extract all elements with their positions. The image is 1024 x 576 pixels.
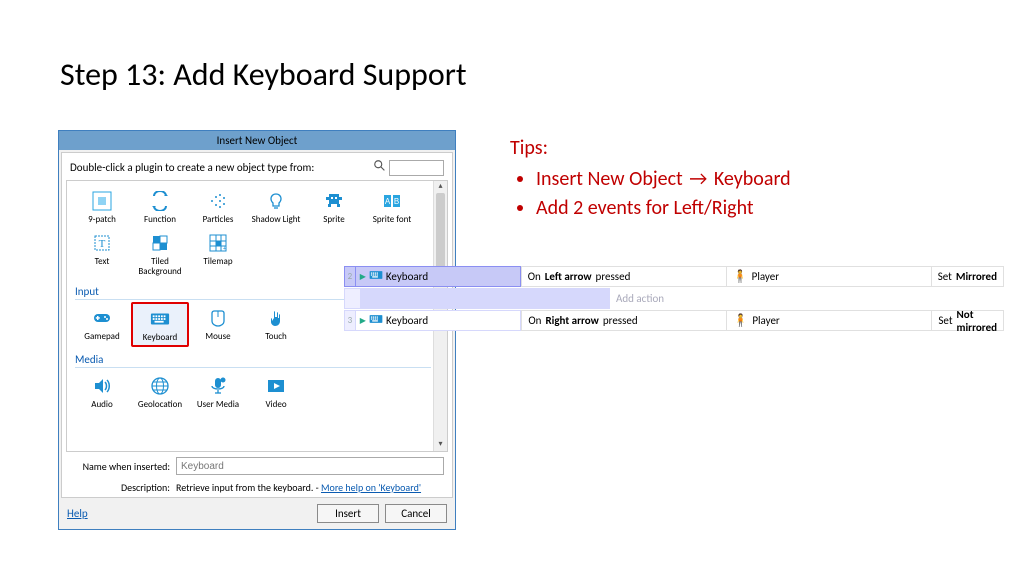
category-media: Media [75, 353, 431, 368]
event-number: 3 [344, 310, 355, 331]
more-help-link[interactable]: More help on 'Keyboard' [321, 481, 421, 494]
event-row[interactable]: 3 ▶ Keyboard On Right arrow pressed 🧍Pla… [344, 310, 1004, 331]
event-sheet: 2 ▶ Keyboard On Left arrow pressed 🧍Play… [344, 266, 1004, 332]
player-icon: 🧍 [733, 313, 748, 328]
event-row[interactable]: 2 ▶ Keyboard On Left arrow pressed 🧍Play… [344, 266, 1004, 287]
plugin-mouse[interactable]: Mouse [189, 302, 247, 346]
action-text[interactable]: Set Not mirrored [931, 310, 1004, 331]
add-action-link[interactable]: Add action [610, 288, 664, 309]
cancel-button[interactable]: Cancel [385, 504, 447, 523]
plugin-video[interactable]: Video [247, 370, 305, 412]
plugin-user-media[interactable]: User Media [189, 370, 247, 412]
keyboard-icon [369, 312, 383, 329]
svg-text:+: + [223, 244, 226, 252]
plugin-audio[interactable]: Audio [73, 370, 131, 412]
trigger-icon: ▶ [360, 316, 366, 326]
trigger-icon: ▶ [360, 272, 366, 282]
action-target[interactable]: 🧍Player [726, 266, 931, 287]
plugin-text[interactable]: TText [73, 227, 131, 279]
tip-item: Add 2 events for Left/Right [536, 195, 791, 222]
plugin-gamepad[interactable]: Gamepad [73, 302, 131, 346]
action-target[interactable]: 🧍Player [726, 310, 931, 331]
help-link[interactable]: Help [67, 507, 88, 520]
plugin-9patch[interactable]: 9-patch [73, 185, 131, 227]
tips-panel: Tips: Insert New Object → Keyboard Add 2… [510, 135, 791, 224]
name-input[interactable] [176, 457, 444, 475]
event-number [344, 288, 360, 309]
description-label: Description: [70, 481, 170, 494]
tip-item: Insert New Object → Keyboard [536, 166, 791, 193]
insert-button[interactable]: Insert [317, 504, 379, 523]
plugin-tilemap[interactable]: +Tilemap [189, 227, 247, 279]
svg-text:B: B [394, 197, 399, 206]
plugin-geolocation[interactable]: Geolocation [131, 370, 189, 412]
description-text: Retrieve input from the keyboard. - More… [176, 481, 444, 494]
plugin-touch[interactable]: Touch [247, 302, 305, 346]
plugin-particles[interactable]: Particles [189, 185, 247, 227]
search-icon [373, 159, 387, 176]
plugin-tiled-background[interactable]: Tiled Background [131, 227, 189, 279]
player-icon: 🧍 [733, 269, 748, 284]
scroll-up-icon[interactable]: ▴ [434, 181, 447, 193]
condition-text[interactable]: On Left arrow pressed [521, 266, 726, 287]
name-label: Name when inserted: [70, 460, 170, 473]
plugin-sprite-font[interactable]: ABSprite font [363, 185, 421, 227]
svg-text:T: T [99, 238, 106, 250]
arrow-right-icon: → [687, 166, 709, 193]
event-condition[interactable]: ▶ Keyboard [355, 266, 521, 287]
plugin-keyboard[interactable]: Keyboard [131, 302, 189, 346]
action-text[interactable]: Set Mirrored [931, 266, 1004, 287]
slide-title: Step 13: Add Keyboard Support [60, 55, 467, 94]
plugin-shadow-light[interactable]: Shadow Light [247, 185, 305, 227]
svg-text:A: A [385, 197, 391, 206]
dialog-subheading: Double-click a plugin to create a new ob… [70, 161, 314, 174]
scroll-down-icon[interactable]: ▾ [434, 439, 447, 451]
event-condition[interactable] [360, 288, 610, 309]
dialog-title: Insert New Object [59, 131, 455, 150]
keyboard-icon [369, 268, 383, 285]
event-number: 2 [344, 266, 355, 287]
search-input[interactable] [389, 160, 444, 176]
plugin-sprite[interactable]: Sprite [305, 185, 363, 227]
plugin-function[interactable]: Function [131, 185, 189, 227]
event-condition[interactable]: ▶ Keyboard [355, 310, 522, 331]
tips-heading: Tips: [510, 135, 791, 162]
event-row-blank[interactable]: Add action [344, 288, 1004, 309]
condition-text[interactable]: On Right arrow pressed [521, 310, 726, 331]
